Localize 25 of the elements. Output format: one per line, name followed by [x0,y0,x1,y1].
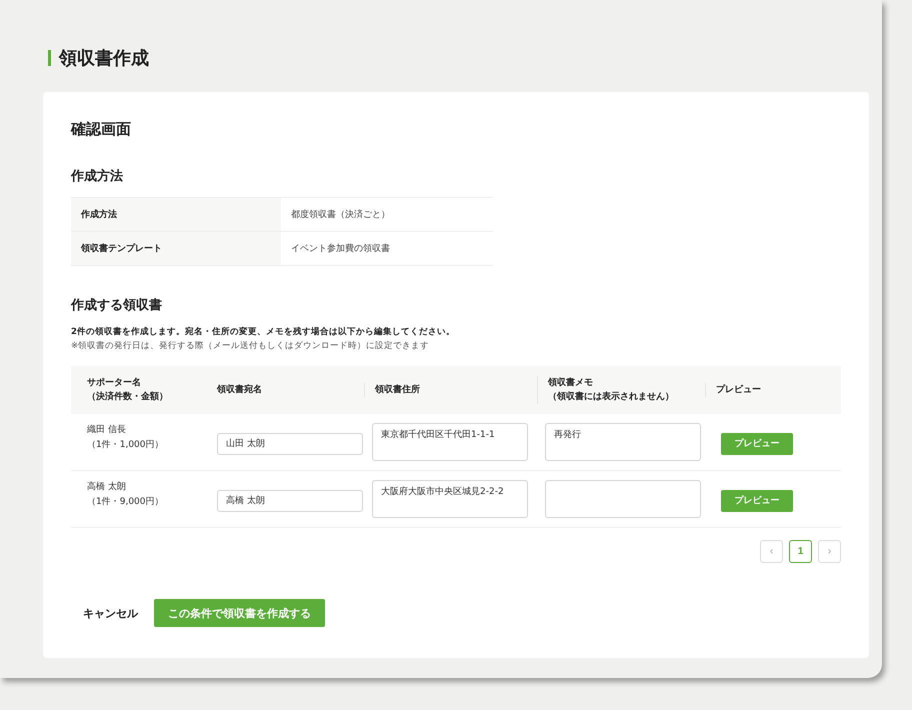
column-header: プレビュー [716,384,761,395]
instruction-text: 2件の領収書を作成します。宛名・住所の変更、メモを残す場合は以下から編集してください。 [71,326,456,338]
card-title: 確認画面 [71,120,132,139]
column-header: 領収書宛名 [217,384,262,395]
info-value: 都度領収書（決済ごと） [281,198,493,232]
note-text: ※領収書の発行日は、発行する際（メール送付もしくはダウンロード時）に設定できます [71,340,430,352]
addressee-field[interactable]: 山田 太朗 [217,432,363,454]
page-title: 領収書作成 [59,47,149,70]
addressee-field[interactable]: 高橋 太朗 [217,490,363,512]
section-heading: 作成方法 [71,168,124,185]
memo-field[interactable] [545,480,701,518]
cancel-button[interactable]: キャンセル [83,606,138,620]
memo-field[interactable]: 再発行 [545,423,701,461]
supporter-cell-text: 織田 信長 （1件・1,000円） [86,424,164,452]
column-header: サポーター名 （決済件数・金額） [87,378,168,402]
column-header: 領収書住所 [375,384,420,395]
address-field[interactable]: 大阪府大阪市中央区城見2-2-2 [372,480,528,518]
section-heading: 作成する領収書 [71,297,163,314]
supporter-cell-text: 高橋 太朗 （1件・9,000円） [86,480,164,510]
info-value: イベント参加費の領収書 [281,232,493,266]
info-label: 作成方法 [71,198,281,232]
info-label: 領収書テンプレート [71,232,281,266]
accent-bar [48,50,51,66]
address-field[interactable]: 東京都千代田区千代田1-1-1 [372,423,528,461]
column-header: 領収書メモ （領収書には表示されません） [548,378,674,402]
